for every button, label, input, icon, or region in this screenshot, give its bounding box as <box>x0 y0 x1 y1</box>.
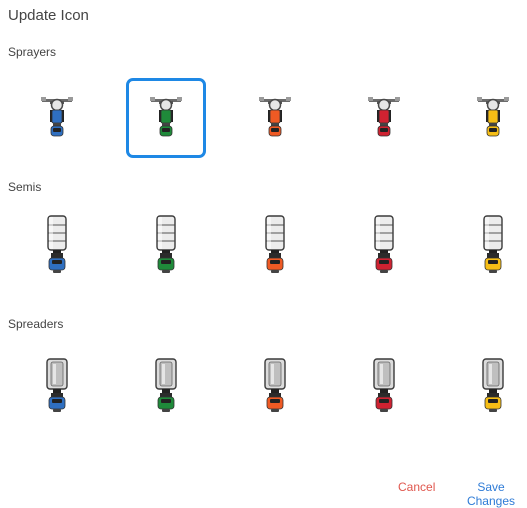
save-changes-button[interactable]: Save Changes <box>455 480 527 508</box>
semi-yellow-icon-option[interactable] <box>453 205 527 285</box>
spreader-orange-icon-option[interactable] <box>235 346 315 426</box>
spreader-red-icon <box>371 358 397 414</box>
sprayer-orange-icon-option[interactable] <box>235 78 315 158</box>
semi-blue-icon-option[interactable] <box>17 205 97 285</box>
semis-icon-row <box>0 205 527 285</box>
sprayer-red-icon <box>366 96 402 140</box>
semi-yellow-icon <box>480 215 506 275</box>
spreader-red-icon-option[interactable] <box>344 346 424 426</box>
spreader-blue-icon-option[interactable] <box>17 346 97 426</box>
semi-orange-icon-option[interactable] <box>235 205 315 285</box>
cancel-button[interactable]: Cancel <box>398 480 435 494</box>
dialog-title: Update Icon <box>8 7 89 24</box>
section-label-semis: Semis <box>8 180 42 194</box>
semi-red-icon <box>371 215 397 275</box>
spreader-orange-icon <box>262 358 288 414</box>
sprayers-icon-row <box>0 78 527 158</box>
semi-orange-icon <box>262 215 288 275</box>
sprayer-green-icon <box>148 96 184 140</box>
spreader-green-icon <box>153 358 179 414</box>
sprayer-red-icon-option[interactable] <box>344 78 424 158</box>
spreaders-icon-row <box>0 346 527 426</box>
section-label-spreaders: Spreaders <box>8 317 64 331</box>
semi-red-icon-option[interactable] <box>344 205 424 285</box>
semi-green-icon-option[interactable] <box>126 205 206 285</box>
sprayer-blue-icon <box>39 96 75 140</box>
sprayer-blue-icon-option[interactable] <box>17 78 97 158</box>
section-label-sprayers: Sprayers <box>8 45 57 59</box>
sprayer-yellow-icon-option[interactable] <box>453 78 527 158</box>
semi-green-icon <box>153 215 179 275</box>
sprayer-yellow-icon <box>475 96 511 140</box>
sprayer-orange-icon <box>257 96 293 140</box>
spreader-green-icon-option[interactable] <box>126 346 206 426</box>
spreader-blue-icon <box>44 358 70 414</box>
sprayer-green-icon-option[interactable] <box>126 78 206 158</box>
spreader-yellow-icon-option[interactable] <box>453 346 527 426</box>
spreader-yellow-icon <box>480 358 506 414</box>
semi-blue-icon <box>44 215 70 275</box>
